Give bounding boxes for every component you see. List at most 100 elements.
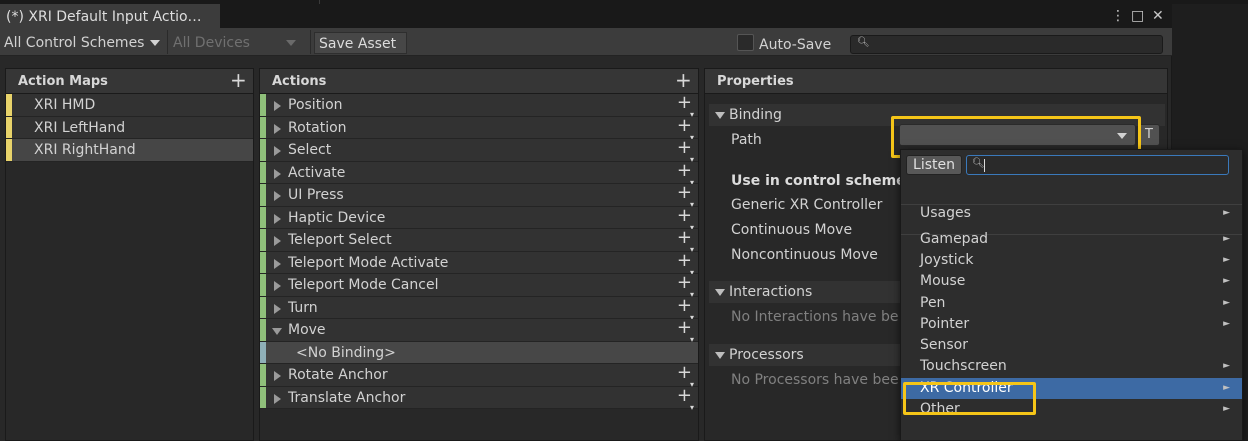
collapsed-triangle-icon[interactable] — [274, 258, 281, 269]
action-row[interactable]: Select + ▾ — [260, 137, 698, 164]
collapsed-triangle-icon[interactable] — [274, 371, 281, 381]
add-binding-icon[interactable]: + ▾ — [677, 115, 694, 142]
text-mode-button[interactable]: T — [1138, 124, 1160, 146]
expanded-triangle-icon[interactable] — [272, 328, 282, 335]
action-row[interactable]: Rotation + ▾ — [260, 115, 698, 142]
collapsed-triangle-icon[interactable] — [274, 123, 281, 134]
collapsed-triangle-icon[interactable] — [274, 101, 281, 111]
menu-icon[interactable]: ⋮ — [1111, 8, 1125, 24]
search-input[interactable]: 🔍︎ — [850, 35, 1163, 54]
menu-item-mouse[interactable]: Mouse ► — [901, 271, 1242, 292]
action-row[interactable]: Rotate Anchor + ▾ — [260, 362, 698, 389]
action-map-row-selected[interactable]: XRI RightHand — [6, 139, 253, 162]
control-schemes-dropdown[interactable]: All Control Schemes — [4, 32, 161, 54]
menu-item-label: Touchscreen — [920, 358, 1007, 374]
add-action-map-button[interactable]: + — [230, 68, 247, 92]
menu-item-label: Pen — [920, 295, 946, 311]
menu-item-sensor[interactable]: Sensor — [901, 335, 1242, 356]
action-map-label: XRI LeftHand — [34, 119, 126, 136]
save-asset-button[interactable]: Save Asset — [314, 32, 407, 54]
action-row[interactable]: Teleport Mode Cancel + ▾ — [260, 272, 698, 299]
collapsed-triangle-icon[interactable] — [274, 191, 281, 201]
action-color-stripe — [260, 184, 266, 206]
scheme-generic-xr-controller[interactable]: Generic XR Controller — [731, 197, 882, 213]
add-binding-icon[interactable]: + ▾ — [677, 250, 694, 277]
add-binding-icon[interactable]: + ▾ — [677, 317, 694, 344]
action-map-row[interactable]: XRI HMD — [6, 94, 253, 117]
menu-item-pen[interactable]: Pen ► — [901, 293, 1242, 314]
action-row[interactable]: Teleport Select + ▾ — [260, 227, 698, 254]
action-color-stripe — [260, 161, 266, 183]
popup-search-input[interactable]: 🔍︎ — [966, 155, 1229, 175]
add-binding-icon[interactable]: + ▾ — [677, 92, 694, 119]
auto-save-label: Auto-Save — [759, 37, 832, 53]
collapse-triangle-icon — [715, 352, 725, 359]
submenu-arrow-icon: ► — [1223, 298, 1230, 308]
interactions-empty-text: No Interactions have be — [731, 309, 899, 325]
add-binding-icon[interactable]: + ▾ — [677, 227, 694, 254]
action-row[interactable]: Haptic Device + ▾ — [260, 205, 698, 232]
collapse-triangle-icon — [715, 112, 725, 119]
menu-item-pointer[interactable]: Pointer ► — [901, 314, 1242, 335]
action-color-stripe — [260, 229, 266, 251]
map-color-stripe — [6, 116, 12, 138]
interactions-section-label: Interactions — [729, 284, 813, 300]
action-label: Rotate Anchor — [288, 367, 388, 383]
collapsed-triangle-icon[interactable] — [274, 236, 281, 246]
use-in-control-scheme-label: Use in control scheme — [731, 173, 906, 189]
chevron-down-icon — [285, 40, 296, 46]
menu-item-label: Gamepad — [920, 231, 989, 247]
scheme-noncontinuous-move[interactable]: Noncontinuous Move — [731, 247, 878, 263]
binding-row[interactable]: <No Binding> — [260, 341, 698, 364]
action-label: Position — [288, 97, 343, 113]
toolbar: All Control Schemes All Devices Save Ass… — [0, 28, 1172, 56]
submenu-arrow-icon: ► — [1223, 319, 1230, 329]
window-tab[interactable]: (*) XRI Default Input Actio… — [0, 4, 220, 28]
action-row[interactable]: Position + ▾ — [260, 92, 698, 119]
add-binding-icon[interactable]: + ▾ — [677, 182, 694, 209]
devices-dropdown[interactable]: All Devices — [173, 32, 296, 54]
devices-label: All Devices — [173, 35, 250, 51]
add-binding-icon[interactable]: + ▾ — [677, 385, 694, 412]
add-binding-icon[interactable]: + ▾ — [677, 362, 694, 389]
menu-item-usages[interactable]: Usages ► — [901, 203, 1242, 224]
add-binding-icon[interactable]: + ▾ — [677, 137, 694, 164]
collapsed-triangle-icon[interactable] — [274, 303, 281, 314]
collapsed-triangle-icon[interactable] — [274, 393, 281, 404]
collapsed-triangle-icon[interactable] — [274, 281, 281, 291]
action-row[interactable]: Activate + ▾ — [260, 160, 698, 187]
toolbar-divider — [167, 30, 168, 54]
action-map-row[interactable]: XRI LeftHand — [6, 116, 253, 139]
menu-item-gamepad[interactable]: Gamepad ► — [901, 229, 1242, 250]
action-row[interactable]: Teleport Mode Activate + ▾ — [260, 250, 698, 277]
action-row[interactable]: Translate Anchor + ▾ — [260, 385, 698, 412]
control-schemes-label: All Control Schemes — [4, 35, 145, 51]
action-maps-header: Action Maps + — [6, 68, 253, 94]
processors-empty-text: No Processors have bee — [731, 372, 899, 388]
listen-button[interactable]: Listen — [906, 155, 962, 175]
scheme-continuous-move[interactable]: Continuous Move — [731, 222, 852, 238]
close-icon[interactable]: ✕ — [1152, 8, 1164, 24]
submenu-arrow-icon: ► — [1223, 234, 1230, 244]
add-binding-icon[interactable]: + ▾ — [677, 295, 694, 322]
menu-item-joystick[interactable]: Joystick ► — [901, 250, 1242, 271]
action-maps-panel: Action Maps + XRI HMD XRI LeftHand XRI R… — [5, 68, 254, 441]
add-binding-icon[interactable]: + ▾ — [677, 160, 694, 187]
submenu-arrow-icon: ► — [1223, 361, 1230, 371]
action-row[interactable]: Move + ▾ — [260, 317, 698, 344]
action-row[interactable]: Turn + ▾ — [260, 295, 698, 322]
add-action-button[interactable]: + — [675, 68, 692, 92]
menu-item-touchscreen[interactable]: Touchscreen ► — [901, 356, 1242, 377]
add-binding-icon[interactable]: + ▾ — [677, 272, 694, 299]
auto-save-checkbox[interactable] — [737, 34, 754, 51]
collapsed-triangle-icon[interactable] — [274, 213, 281, 224]
action-row[interactable]: UI Press + ▾ — [260, 182, 698, 209]
add-binding-icon[interactable]: + ▾ — [677, 205, 694, 232]
collapsed-triangle-icon[interactable] — [274, 168, 281, 179]
action-color-stripe — [260, 251, 266, 273]
action-map-label: XRI HMD — [34, 97, 96, 113]
maximize-icon[interactable]: □ — [1131, 8, 1144, 24]
menu-item-label: Usages — [920, 205, 971, 221]
chevron-down-icon — [150, 40, 161, 46]
collapsed-triangle-icon[interactable] — [274, 146, 281, 156]
